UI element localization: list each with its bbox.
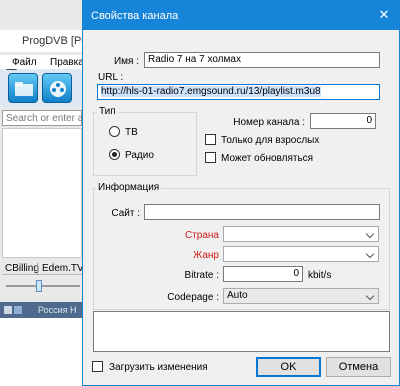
background-channel-list[interactable] [2,128,82,258]
bitrate-label: Bitrate : [184,270,219,281]
adult-only-checkbox[interactable] [205,134,216,145]
volume-slider-track [6,285,80,287]
country-label: Страна [184,230,219,241]
status-icon [4,306,12,314]
close-icon[interactable]: ✕ [369,0,399,30]
menu-edit[interactable]: Правка [50,57,84,68]
can-update-checkbox[interactable] [205,152,216,163]
country-select[interactable] [223,226,379,242]
codepage-label: Codepage : [167,292,219,303]
name-input[interactable]: Radio 7 на 7 холмах [144,52,380,68]
info-legend: Информация [96,182,162,193]
dialog-titlebar[interactable]: Свойства канала ✕ [83,0,399,30]
can-update-label[interactable]: Может обновляться [221,153,313,164]
bitrate-input[interactable]: 0 [223,266,303,282]
genre-select[interactable] [223,246,379,262]
site-input[interactable] [144,204,380,220]
cancel-button[interactable]: Отмена [326,357,391,377]
background-app-title: ProgDVB [Po [22,35,88,47]
status-signal-icon [14,306,22,314]
chevron-down-icon [365,291,375,301]
codepage-select[interactable]: Auto [223,288,379,304]
ok-button[interactable]: OK [256,357,321,377]
background-search-input[interactable]: Search or enter add [2,110,94,126]
url-input[interactable]: http://hls-01-radio7.emgsound.ru/13/play… [97,84,380,100]
background-status-bar: Россия Н [0,302,82,318]
load-changes-label[interactable]: Загрузить изменения [109,362,208,373]
chevron-down-icon [365,229,375,239]
type-tv-label[interactable]: ТВ [125,127,138,138]
site-label: Сайт : [111,208,140,219]
background-tabs: CBilling Edem.TV [2,261,84,275]
background-bottom-area [0,318,82,386]
status-text: Россия Н [38,305,77,315]
chevron-down-icon [365,249,375,259]
background-app-toolbar [0,70,82,106]
type-group [93,112,197,176]
volume-slider-thumb[interactable] [36,280,42,292]
tab-cbilling[interactable]: CBilling [5,263,39,274]
name-label: Имя : [113,56,139,67]
background-app-menubar: Файл Правка [0,55,84,69]
dialog-title: Свойства канала [91,10,179,22]
menu-file[interactable]: Файл [12,57,37,68]
volume-slider[interactable] [2,280,82,292]
genre-label: Жанр [193,250,219,261]
folder-icon[interactable] [8,73,38,103]
film-reel-icon[interactable] [42,73,72,103]
type-legend: Тип [97,106,118,117]
url-label: URL : [98,72,124,83]
type-radio-radio[interactable] [109,149,120,160]
codepage-value: Auto [227,290,248,301]
url-value: http://hls-01-radio7.emgsound.ru/13/play… [101,86,321,97]
background-app-titlebar: ProgDVB [Po [0,30,87,77]
channel-properties-dialog: Свойства канала ✕ Имя : Radio 7 на 7 хол… [82,0,400,386]
bitrate-unit: kbit/s [308,270,332,281]
adult-only-label[interactable]: Только для взрослых [221,135,319,146]
tab-edem-tv[interactable]: Edem.TV [42,263,84,274]
type-tv-radio[interactable] [109,126,120,137]
load-changes-checkbox[interactable] [92,361,103,372]
tab-separator [37,263,38,275]
notes-textarea[interactable] [93,311,390,352]
type-radio-label[interactable]: Радио [125,150,154,161]
channel-number-input[interactable]: 0 [310,113,376,129]
channel-number-label: Номер канала : [233,117,305,128]
